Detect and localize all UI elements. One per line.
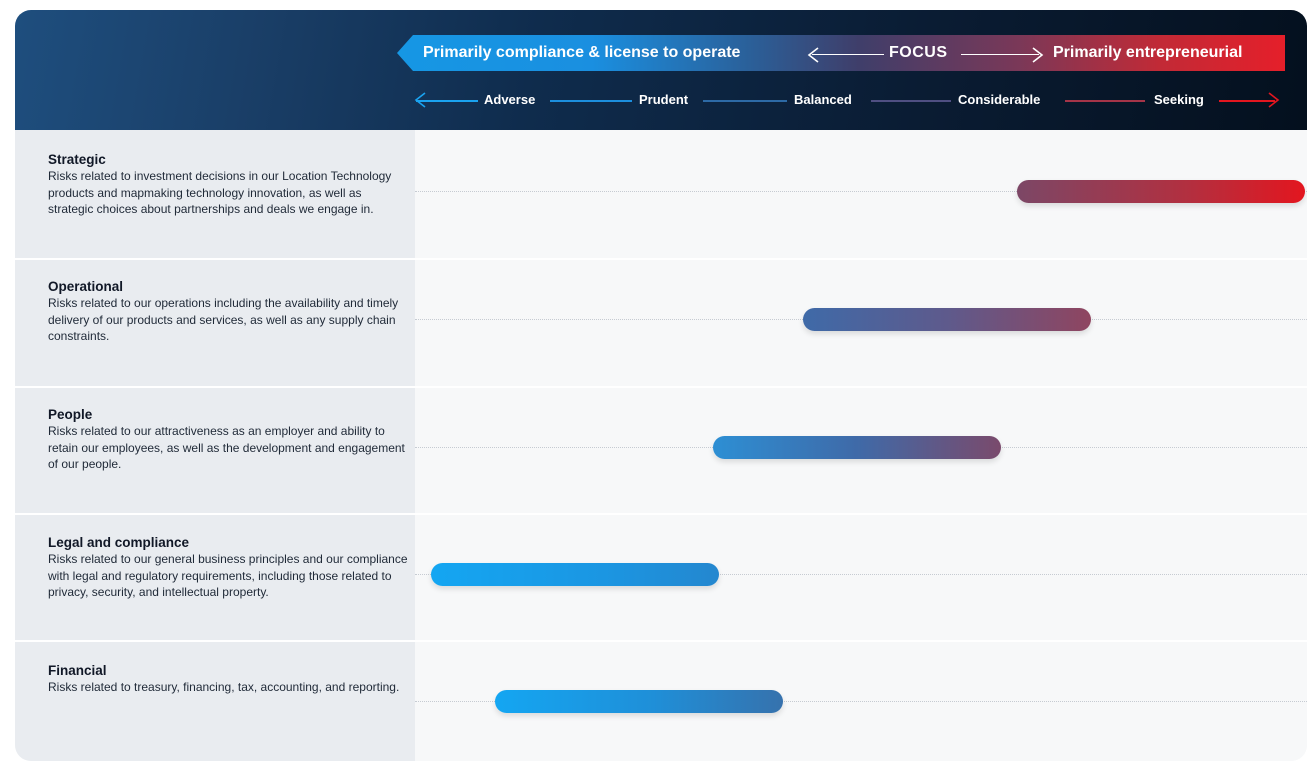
row-divider xyxy=(15,640,1307,642)
arrow-left-icon xyxy=(807,47,819,63)
appetite-bar-legal xyxy=(431,563,719,586)
scale-adverse: Adverse xyxy=(484,92,536,107)
scale-line-5 xyxy=(1065,100,1145,102)
category-legal-compliance: Legal and compliance Risks related to ou… xyxy=(48,534,408,601)
appetite-bar-operational xyxy=(803,308,1091,331)
category-people: People Risks related to our attractivene… xyxy=(48,406,408,473)
scale-line-3 xyxy=(703,100,787,102)
appetite-bar-financial xyxy=(495,690,783,713)
focus-right-label: Primarily entrepreneurial xyxy=(1053,44,1243,61)
scale-considerable: Considerable xyxy=(958,92,1041,107)
scale-line-1 xyxy=(416,100,478,102)
row-divider xyxy=(15,386,1307,388)
category-description: Risks related to our general business pr… xyxy=(48,552,408,599)
category-description: Risks related to treasury, financing, ta… xyxy=(48,680,400,694)
category-title: Operational xyxy=(48,279,124,294)
row-divider xyxy=(15,513,1307,515)
arrow-right-icon xyxy=(1032,47,1044,63)
category-strategic: Strategic Risks related to investment de… xyxy=(48,151,408,218)
scale-seeking: Seeking xyxy=(1154,92,1204,107)
category-financial: Financial Risks related to treasury, fin… xyxy=(48,662,408,696)
appetite-bar-strategic xyxy=(1017,180,1305,203)
focus-center-label: FOCUS xyxy=(889,44,948,61)
category-operational: Operational Risks related to our operati… xyxy=(48,278,408,345)
category-title: People xyxy=(48,407,93,422)
category-title: Strategic xyxy=(48,152,106,167)
scale-line-4 xyxy=(871,100,951,102)
focus-right-arrow-line xyxy=(961,54,1039,55)
category-description: Risks related to our operations includin… xyxy=(48,296,399,343)
category-description: Risks related to investment decisions in… xyxy=(48,169,392,216)
row-divider xyxy=(15,258,1307,260)
category-title: Financial xyxy=(48,663,107,678)
scale-balanced: Balanced xyxy=(794,92,852,107)
scale-line-2 xyxy=(550,100,632,102)
scale-prudent: Prudent xyxy=(639,92,689,107)
risk-appetite-card: Primarily compliance & license to operat… xyxy=(15,10,1307,761)
category-title: Legal and compliance xyxy=(48,535,190,550)
focus-left-arrow-line xyxy=(812,54,884,55)
appetite-bar-people xyxy=(713,436,1001,459)
scale-right-arrow-icon xyxy=(1268,92,1280,108)
category-description: Risks related to our attractiveness as a… xyxy=(48,424,405,471)
focus-left-label: Primarily compliance & license to operat… xyxy=(423,44,741,61)
